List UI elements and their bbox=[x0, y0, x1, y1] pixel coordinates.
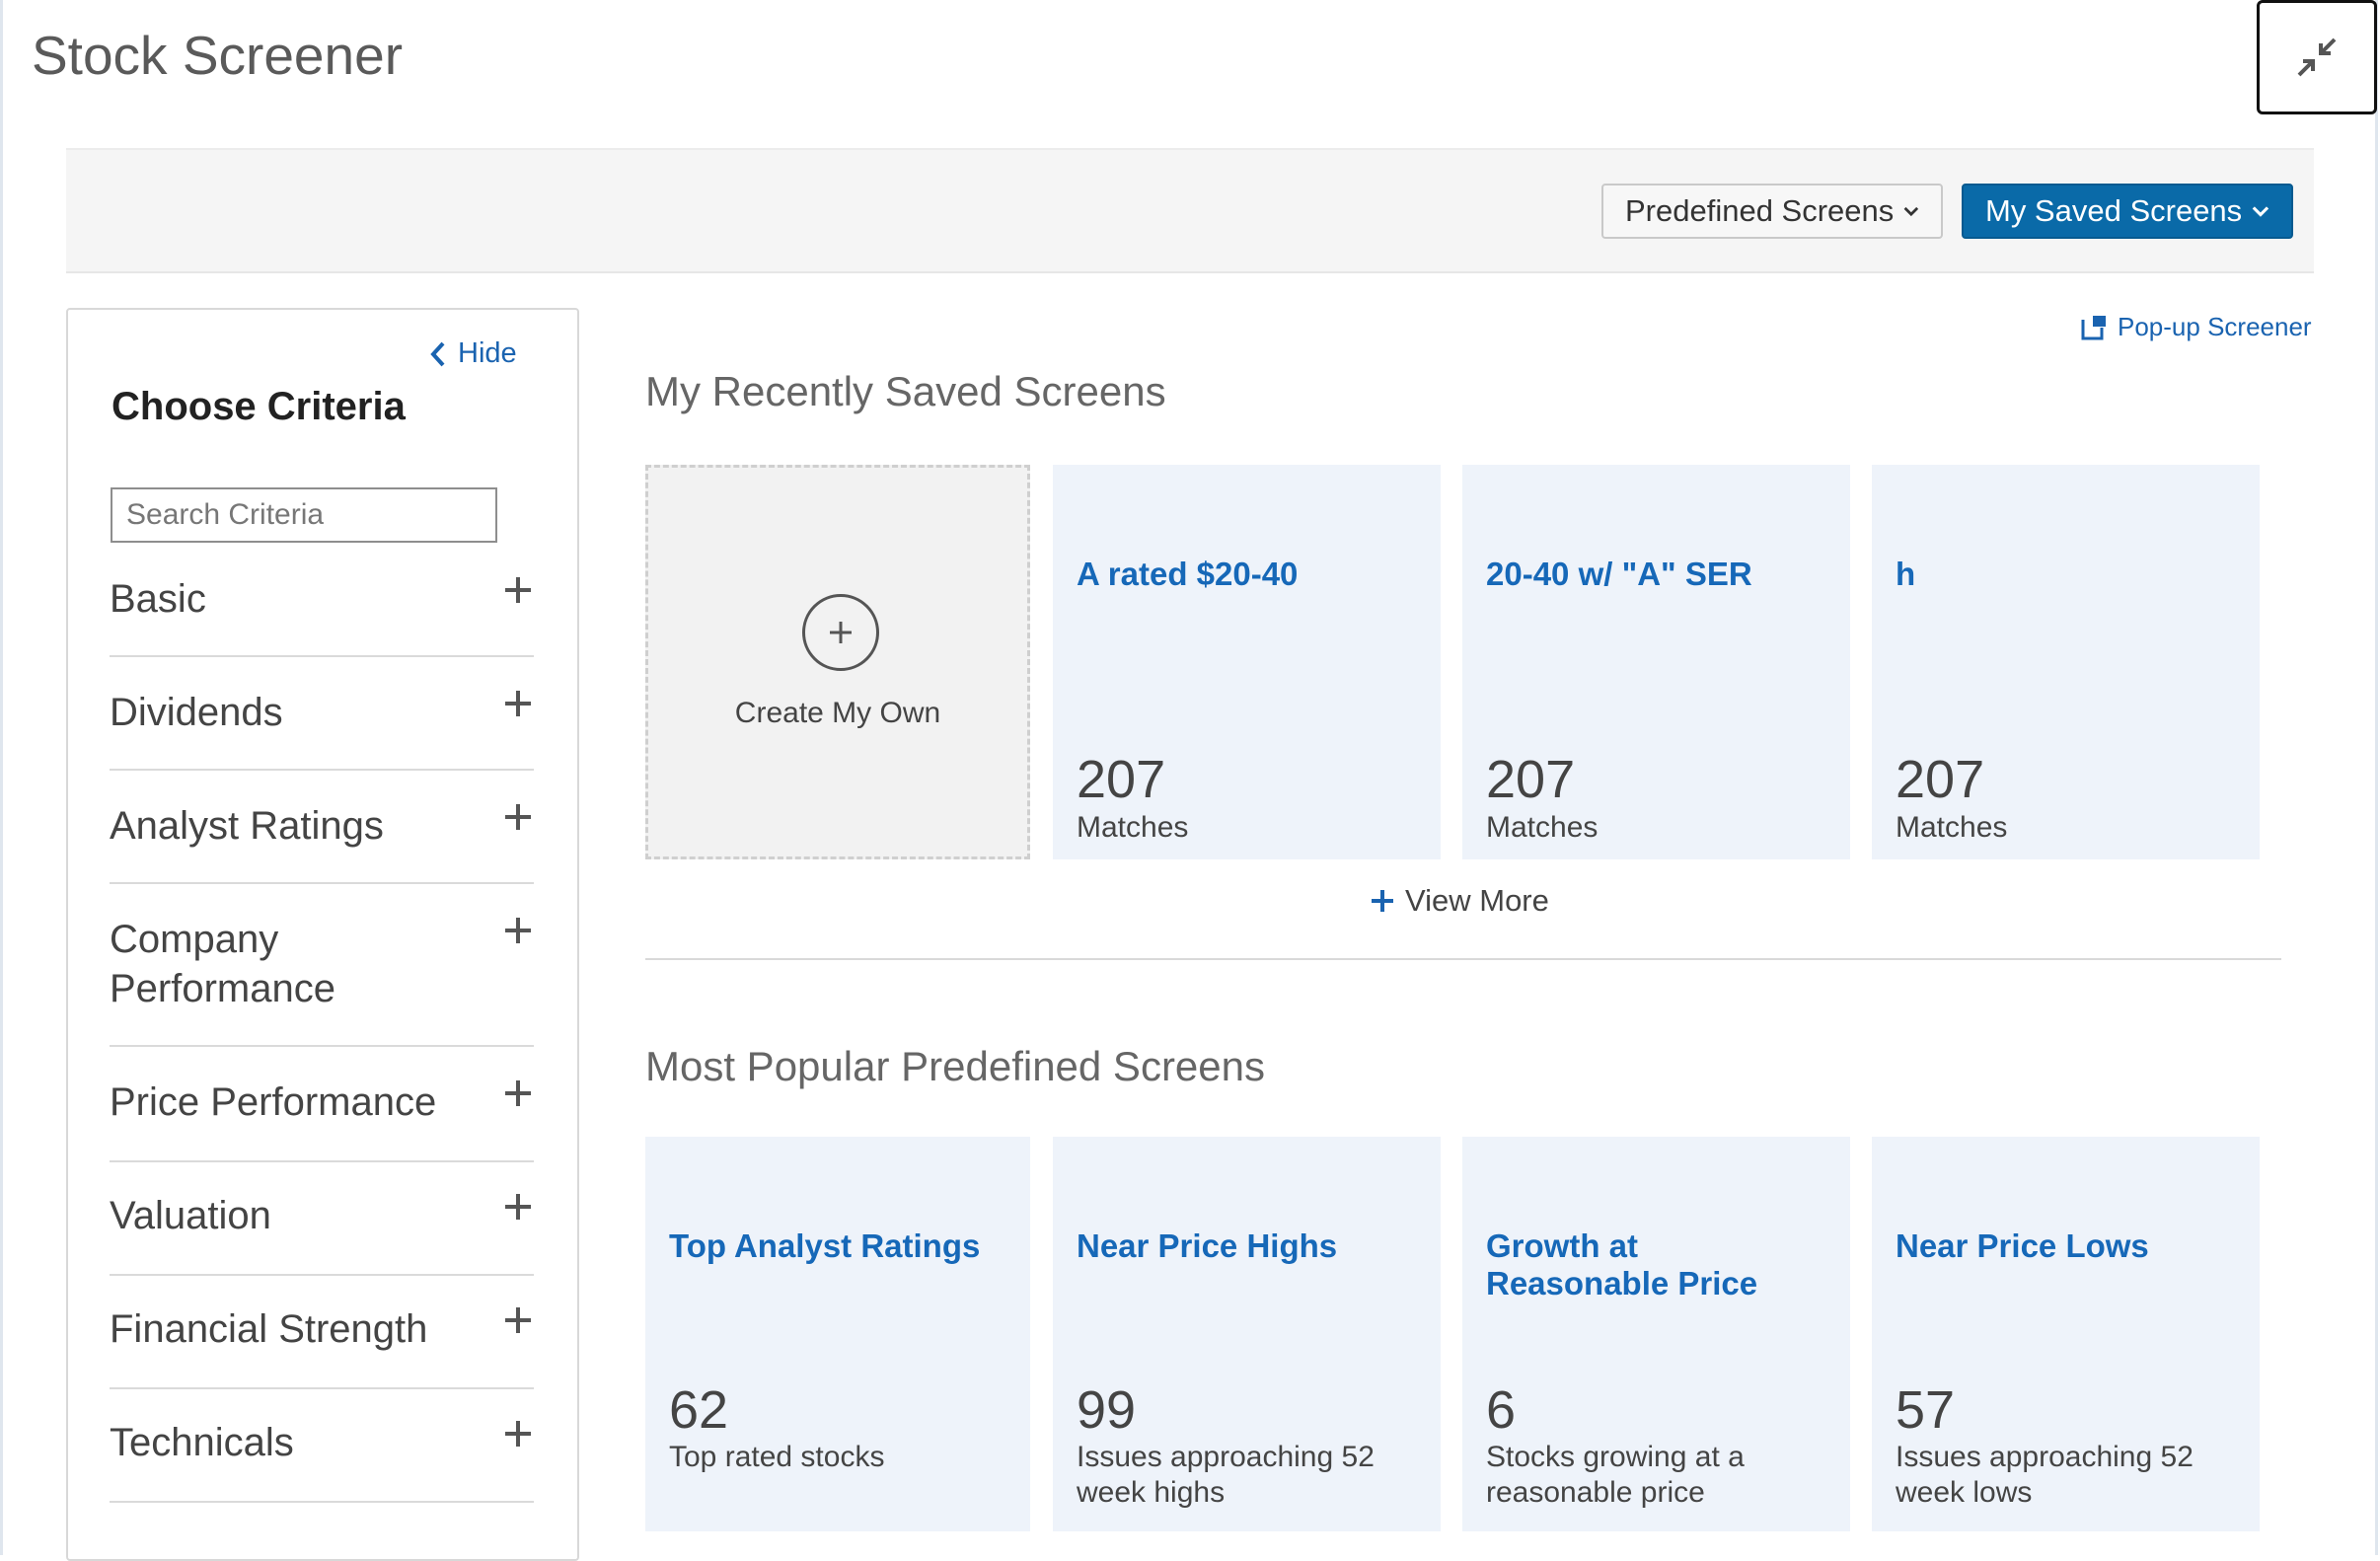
card-count: 62 bbox=[669, 1380, 729, 1440]
view-more-label: View More bbox=[1405, 883, 1549, 918]
plus-icon bbox=[505, 1421, 531, 1447]
card-subtitle: Top rated stocks bbox=[669, 1441, 885, 1473]
card-count: 207 bbox=[1896, 750, 1985, 809]
page-title: Stock Screener bbox=[32, 25, 404, 86]
plus-icon bbox=[505, 691, 531, 716]
card-title: A rated $20-40 bbox=[1077, 556, 1299, 592]
card-title: Growth at Reasonable Price bbox=[1486, 1227, 1758, 1301]
predefined-screens-label: Predefined Screens bbox=[1625, 193, 1895, 228]
card-count: 207 bbox=[1486, 750, 1576, 809]
predefined-screen-card[interactable]: Near Price Highs 99 Issues approaching 5… bbox=[1053, 1137, 1441, 1531]
plus-icon bbox=[1372, 890, 1393, 912]
card-subtitle: Matches bbox=[1077, 811, 1189, 844]
card-subtitle: Issues approaching 52 week highs bbox=[1077, 1441, 1375, 1509]
card-subtitle: Stocks growing at a reasonable price bbox=[1486, 1441, 1745, 1509]
criteria-item-valuation[interactable]: Valuation bbox=[110, 1191, 534, 1276]
saved-screen-card[interactable]: A rated $20-40 207 Matches bbox=[1053, 465, 1441, 859]
criteria-item-company-performance[interactable]: Company Performance bbox=[110, 915, 534, 1047]
card-count: 207 bbox=[1077, 750, 1166, 809]
criteria-item-label: Financial Strength bbox=[110, 1307, 428, 1351]
my-saved-screens-dropdown[interactable]: My Saved Screens bbox=[1962, 184, 2293, 239]
popular-screens-title: Most Popular Predefined Screens bbox=[645, 1043, 1266, 1089]
plus-icon bbox=[505, 1307, 531, 1333]
popup-screener-link[interactable]: Pop-up Screener bbox=[2080, 312, 2312, 342]
saved-screen-card[interactable]: h 207 Matches bbox=[1872, 465, 2260, 859]
card-title: Top Analyst Ratings bbox=[669, 1227, 981, 1264]
card-title: Near Price Highs bbox=[1077, 1227, 1338, 1264]
collapse-arrows-icon bbox=[2297, 37, 2337, 77]
chevron-down-icon bbox=[1903, 206, 1919, 217]
predefined-screens-dropdown[interactable]: Predefined Screens bbox=[1601, 184, 1943, 239]
predefined-screen-card[interactable]: Top Analyst Ratings 62 Top rated stocks bbox=[645, 1137, 1030, 1531]
hide-label: Hide bbox=[458, 337, 517, 369]
criteria-item-analyst-ratings[interactable]: Analyst Ratings bbox=[110, 801, 534, 884]
criteria-item-label: Basic bbox=[110, 577, 206, 621]
card-title: 20-40 w/ "A" SER bbox=[1486, 556, 1752, 592]
card-subtitle: Matches bbox=[1486, 811, 1599, 844]
predefined-screen-card[interactable]: Near Price Lows 57 Issues approaching 52… bbox=[1872, 1137, 2260, 1531]
criteria-title: Choose Criteria bbox=[112, 385, 406, 428]
criteria-item-label: Technicals bbox=[110, 1421, 294, 1464]
hide-criteria-link[interactable]: Hide bbox=[430, 337, 517, 370]
add-circle-icon bbox=[802, 594, 879, 671]
criteria-item-label: Price Performance bbox=[110, 1080, 437, 1124]
criteria-item-label: Valuation bbox=[110, 1194, 271, 1237]
window-left-border bbox=[0, 0, 3, 1555]
criteria-item-price-performance[interactable]: Price Performance bbox=[110, 1078, 534, 1162]
saved-screen-card[interactable]: 20-40 w/ "A" SER 207 Matches bbox=[1462, 465, 1850, 859]
predefined-screen-card[interactable]: Growth at Reasonable Price 6 Stocks grow… bbox=[1462, 1137, 1850, 1531]
criteria-item-dividends[interactable]: Dividends bbox=[110, 688, 534, 771]
window-right-border bbox=[2375, 0, 2378, 1555]
chevron-left-icon bbox=[430, 341, 445, 366]
recent-screens-title: My Recently Saved Screens bbox=[645, 368, 1166, 414]
view-more-link[interactable]: View More bbox=[1370, 883, 1549, 919]
plus-icon bbox=[505, 1080, 531, 1106]
card-title: h bbox=[1896, 556, 1916, 592]
criteria-item-basic[interactable]: Basic bbox=[110, 574, 534, 657]
create-my-own-label: Create My Own bbox=[734, 697, 941, 729]
popup-screener-label: Pop-up Screener bbox=[2118, 312, 2312, 341]
plus-icon bbox=[505, 804, 531, 830]
section-divider bbox=[645, 958, 2281, 960]
criteria-item-label: Analyst Ratings bbox=[110, 804, 384, 848]
collapse-button[interactable] bbox=[2257, 0, 2377, 114]
card-subtitle: Matches bbox=[1896, 811, 2008, 844]
card-count: 99 bbox=[1077, 1380, 1137, 1440]
my-saved-screens-label: My Saved Screens bbox=[1985, 193, 2243, 228]
criteria-item-financial-strength[interactable]: Financial Strength bbox=[110, 1304, 534, 1389]
plus-icon bbox=[505, 1194, 531, 1220]
card-subtitle: Issues approaching 52 week lows bbox=[1896, 1441, 2194, 1509]
chevron-down-icon bbox=[2252, 206, 2269, 217]
plus-icon bbox=[505, 577, 531, 603]
criteria-item-technicals[interactable]: Technicals bbox=[110, 1418, 534, 1503]
criteria-item-label: Company Performance bbox=[110, 918, 335, 1010]
plus-icon bbox=[505, 918, 531, 943]
create-my-own-card[interactable]: Create My Own bbox=[645, 465, 1030, 859]
card-count: 57 bbox=[1896, 1380, 1956, 1440]
search-criteria-input[interactable] bbox=[111, 487, 497, 543]
card-title: Near Price Lows bbox=[1896, 1227, 2149, 1264]
card-count: 6 bbox=[1486, 1380, 1517, 1440]
external-window-icon bbox=[2081, 315, 2106, 339]
criteria-item-label: Dividends bbox=[110, 691, 283, 734]
